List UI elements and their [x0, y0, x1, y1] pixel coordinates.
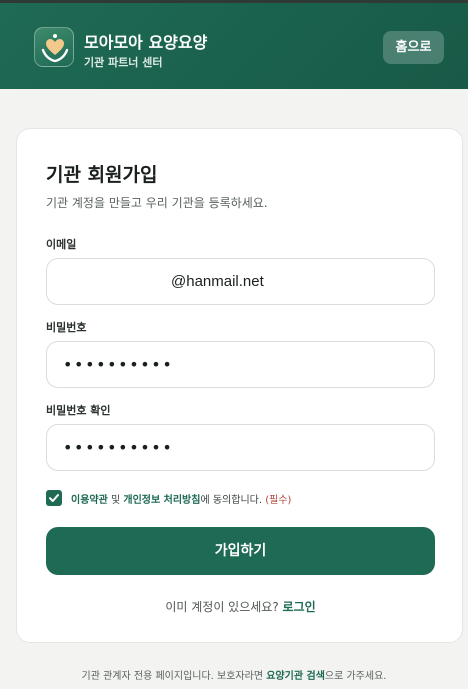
- home-button[interactable]: 홈으로: [383, 31, 444, 64]
- email-field[interactable]: @hanmail.net: [46, 258, 435, 305]
- heart-hands-icon[interactable]: [34, 27, 74, 67]
- privacy-link[interactable]: 개인정보 처리방침: [123, 495, 200, 506]
- email-label: 이메일: [46, 238, 77, 251]
- password-confirm-label: 비밀번호 확인: [46, 404, 111, 417]
- login-prompt: 이미 계정이 있으세요?: [165, 600, 283, 614]
- agree-checkbox[interactable]: [46, 490, 62, 506]
- facility-search-link[interactable]: 요양기관 검색: [266, 671, 325, 682]
- agree-text: 이용약관 및 개인정보 처리방침에 동의합니다. (필수): [71, 491, 291, 506]
- password-value: ••••••••••: [63, 355, 174, 374]
- brand-subtitle: 기관 파트너 센터: [84, 56, 163, 69]
- agree-suffix: 에 동의합니다.: [200, 495, 266, 506]
- password-label: 비밀번호: [46, 321, 87, 334]
- page-title: 기관 회원가입: [46, 164, 158, 186]
- password-confirm-field[interactable]: ••••••••••: [46, 424, 435, 471]
- email-value: @hanmail.net: [171, 273, 264, 290]
- footer-note: 기관 관계자 전용 페이지입니다. 보호자라면 요양기관 검색으로 가주세요.: [0, 667, 468, 682]
- password-confirm-value: ••••••••••: [63, 438, 174, 457]
- page-subtitle: 기관 계정을 만들고 우리 기관을 등록하세요.: [46, 196, 268, 210]
- terms-link[interactable]: 이용약관: [71, 495, 108, 506]
- footer-suffix: 으로 가주세요.: [324, 671, 387, 682]
- login-link[interactable]: 로그인: [283, 600, 316, 614]
- signup-button[interactable]: 가입하기: [46, 527, 435, 575]
- footer-prefix: 기관 관계자 전용 페이지입니다. 보호자라면: [81, 671, 267, 682]
- site-header: 모아모아 요양요양 기관 파트너 센터 홈으로: [0, 3, 468, 89]
- login-row: 이미 계정이 있으세요? 로그인: [17, 598, 464, 615]
- required-mark: (필수): [265, 495, 292, 506]
- check-icon: [49, 494, 59, 502]
- signup-card: 기관 회원가입 기관 계정을 만들고 우리 기관을 등록하세요. 이메일 @ha…: [16, 128, 463, 643]
- brand-title: 모아모아 요양요양: [84, 33, 208, 52]
- password-field[interactable]: ••••••••••: [46, 341, 435, 388]
- agree-and: 및: [107, 495, 124, 506]
